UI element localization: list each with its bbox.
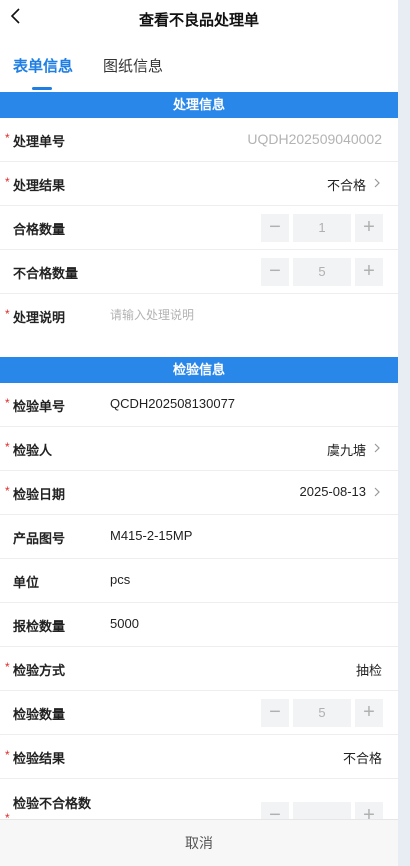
field-label: 单位 xyxy=(13,575,40,590)
unit-value: pcs xyxy=(110,572,131,587)
required-mark: * xyxy=(5,660,10,674)
field-label: 检验方式 xyxy=(13,663,66,678)
field-label: 处理结果 xyxy=(13,178,66,193)
field-label: 处理单号 xyxy=(13,134,66,149)
nav-bar: 查看不良品处理单 xyxy=(0,0,398,38)
required-mark: * xyxy=(5,484,10,498)
row-inspect-qty: 检验数量 − 5 + xyxy=(0,691,398,735)
section-header-inspection: 检验信息 xyxy=(0,357,398,383)
field-label: 不合格数量 xyxy=(13,266,79,281)
field-label: 检验单号 xyxy=(13,399,66,414)
page: 查看不良品处理单 表单信息 图纸信息 处理信息 * 处理单号 UQDH20250… xyxy=(0,0,398,866)
inspection-order-no-value: QCDH202508130077 xyxy=(110,396,236,411)
processing-order-no-value: UQDH202509040002 xyxy=(247,131,382,147)
minus-button[interactable]: − xyxy=(261,258,289,286)
inspector-value[interactable]: 虞九塘 xyxy=(327,440,366,459)
field-label: 检验日期 xyxy=(13,487,66,502)
row-processing-result[interactable]: * 处理结果 不合格 xyxy=(0,162,398,206)
required-mark: * xyxy=(5,131,10,145)
row-unit: 单位 pcs xyxy=(0,559,398,603)
tab-form-info[interactable]: 表单信息 xyxy=(13,55,73,76)
page-title: 查看不良品处理单 xyxy=(138,12,259,29)
minus-button[interactable]: − xyxy=(261,699,289,727)
row-inspection-date[interactable]: * 检验日期 2025-08-13 xyxy=(0,471,398,515)
field-label: 处理说明 xyxy=(13,310,66,325)
stepper-value[interactable]: 5 xyxy=(293,258,351,286)
required-mark: * xyxy=(5,307,10,321)
tab-bar: 表单信息 图纸信息 xyxy=(0,38,398,92)
plus-button[interactable]: + xyxy=(355,214,383,242)
field-label: 报检数量 xyxy=(13,619,66,634)
field-label: 检验人 xyxy=(13,443,53,458)
row-inspection-method: * 检验方式 抽检 xyxy=(0,647,398,691)
chevron-right-icon[interactable] xyxy=(374,443,380,453)
cancel-button[interactable]: 取消 xyxy=(0,819,398,866)
field-label: 检验结果 xyxy=(13,751,66,766)
row-inspector[interactable]: * 检验人 虞九塘 xyxy=(0,427,398,471)
qualified-qty-stepper[interactable]: − 1 + xyxy=(261,214,383,242)
processing-desc-input[interactable]: 请输入处理说明 xyxy=(110,306,194,323)
plus-button[interactable]: + xyxy=(355,699,383,727)
unqualified-qty-stepper[interactable]: − 5 + xyxy=(261,258,383,286)
section-header-processing: 处理信息 xyxy=(0,92,398,118)
row-inspection-order-no: * 检验单号 QCDH202508130077 xyxy=(0,383,398,427)
required-mark: * xyxy=(5,175,10,189)
field-label: 合格数量 xyxy=(13,222,66,237)
inspection-method-value: 抽检 xyxy=(355,663,382,678)
row-processing-order-no: * 处理单号 UQDH202509040002 xyxy=(0,118,398,162)
row-product-drawing: 产品图号 M415-2-15MP xyxy=(0,515,398,559)
chevron-right-icon[interactable] xyxy=(374,178,380,188)
field-label: 产品图号 xyxy=(13,531,66,546)
row-processing-desc[interactable]: * 处理说明 请输入处理说明 xyxy=(0,294,398,357)
report-qty-value: 5000 xyxy=(110,616,139,631)
inspect-qty-stepper[interactable]: − 5 + xyxy=(261,699,383,727)
inspection-date-value[interactable]: 2025-08-13 xyxy=(300,484,367,499)
required-mark: * xyxy=(5,440,10,454)
row-qualified-qty: 合格数量 − 1 + xyxy=(0,206,398,250)
row-report-qty: 报检数量 5000 xyxy=(0,603,398,647)
processing-result-value[interactable]: 不合格 xyxy=(327,175,366,194)
row-inspection-result: * 检验结果 不合格 xyxy=(0,735,398,779)
plus-button[interactable]: + xyxy=(355,258,383,286)
minus-button[interactable]: − xyxy=(261,214,289,242)
field-label: 检验不合格数 xyxy=(13,796,92,811)
stepper-value[interactable]: 5 xyxy=(293,699,351,727)
field-label: 检验数量 xyxy=(13,707,66,722)
row-unqualified-qty: 不合格数量 − 5 + xyxy=(0,250,398,294)
product-drawing-value: M415-2-15MP xyxy=(110,528,193,543)
scrollbar[interactable] xyxy=(398,0,410,866)
tab-active-indicator xyxy=(32,87,52,90)
required-mark: * xyxy=(5,748,10,762)
stepper-value[interactable]: 1 xyxy=(293,214,351,242)
inspection-result-value: 不合格 xyxy=(342,751,382,766)
tab-drawing-info[interactable]: 图纸信息 xyxy=(103,55,163,76)
chevron-right-icon[interactable] xyxy=(374,487,380,497)
required-mark: * xyxy=(5,396,10,410)
